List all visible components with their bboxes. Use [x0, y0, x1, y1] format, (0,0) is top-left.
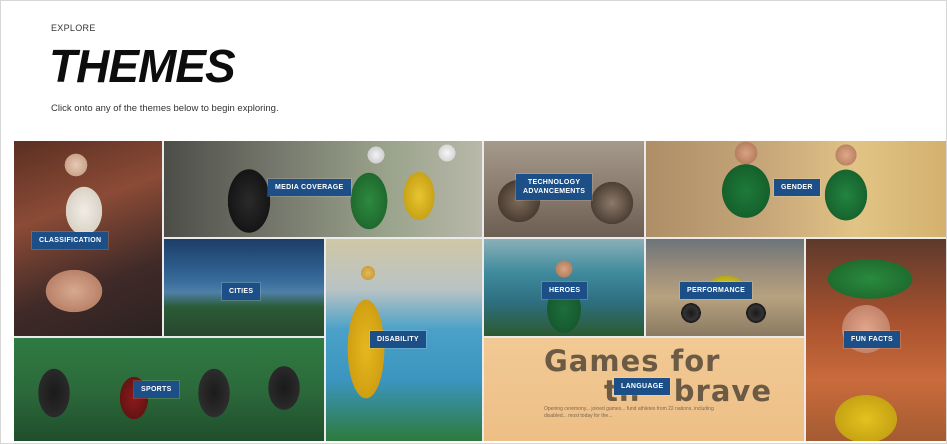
technology-label-line2: ADVANCEMENTS — [523, 188, 586, 195]
tile-gender[interactable]: GENDER — [646, 141, 946, 237]
themes-panel: EXPLORE THEMES Click onto any of the the… — [0, 0, 947, 444]
tile-performance[interactable]: PERFORMANCE — [646, 239, 804, 336]
tile-fun-facts[interactable]: FUN FACTS — [806, 239, 946, 441]
theme-label-gender[interactable]: GENDER — [774, 179, 820, 196]
tile-media-coverage[interactable]: MEDIA COVERAGE — [164, 141, 482, 237]
theme-label-performance[interactable]: PERFORMANCE — [680, 282, 753, 299]
theme-label-cities[interactable]: CITIES — [222, 283, 261, 300]
newspaper-body: Opening ceremony... joined games... fund… — [544, 406, 714, 419]
theme-label-fun-facts[interactable]: FUN FACTS — [844, 331, 900, 348]
themes-mosaic: CLASSIFICATION MEDIA COVERAGE TECHNOLOGY… — [14, 141, 946, 441]
eyebrow-label: EXPLORE — [51, 23, 96, 33]
tile-classification[interactable]: CLASSIFICATION — [14, 141, 162, 336]
theme-label-sports[interactable]: SPORTS — [134, 381, 179, 398]
newspaper-headline-line1: Games for — [544, 344, 721, 378]
tile-technology-advancements[interactable]: TECHNOLOGY ADVANCEMENTS — [484, 141, 644, 237]
tile-language[interactable]: Games for th brave Opening ceremony... j… — [484, 338, 804, 441]
tile-disability[interactable]: DISABILITY — [326, 239, 482, 441]
tile-heroes[interactable]: HEROES — [484, 239, 644, 336]
page-subtitle: Click onto any of the themes below to be… — [51, 103, 279, 114]
technology-label-line1: TECHNOLOGY — [527, 179, 581, 186]
page-title: THEMES — [49, 40, 236, 92]
tile-cities[interactable]: CITIES — [164, 239, 324, 336]
theme-label-classification[interactable]: CLASSIFICATION — [32, 232, 109, 249]
theme-label-technology-advancements[interactable]: TECHNOLOGY ADVANCEMENTS — [516, 174, 593, 200]
theme-label-media-coverage[interactable]: MEDIA COVERAGE — [268, 179, 351, 196]
tile-sports[interactable]: SPORTS — [14, 338, 324, 441]
theme-label-disability[interactable]: DISABILITY — [370, 331, 426, 348]
theme-label-language[interactable]: LANGUAGE — [614, 378, 671, 395]
theme-label-heroes[interactable]: HEROES — [542, 282, 588, 299]
